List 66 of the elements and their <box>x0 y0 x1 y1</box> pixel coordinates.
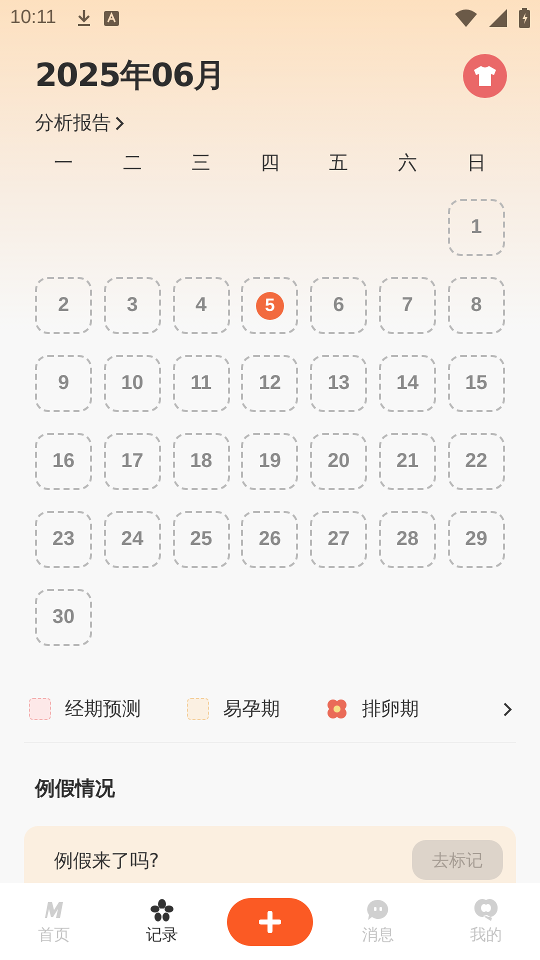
day-cell[interactable]: 13 <box>310 355 368 412</box>
day-cell[interactable]: 8 <box>448 277 505 334</box>
chevron-right-icon[interactable] <box>503 702 512 716</box>
day-cell[interactable]: 4 <box>172 277 230 334</box>
signal-icon <box>489 9 507 27</box>
day-cell[interactable]: 3 <box>104 277 161 334</box>
day-cell[interactable]: 28 <box>378 511 436 568</box>
day-cell[interactable]: 10 <box>104 355 161 412</box>
chevron-right-icon <box>115 116 124 130</box>
weekday-label: 二 <box>122 151 143 176</box>
weekday-label: 五 <box>328 151 350 176</box>
keyboard-icon <box>104 10 120 26</box>
day-cell[interactable]: 7 <box>378 277 436 334</box>
day-cell[interactable]: 19 <box>241 433 298 490</box>
day-cell[interactable]: 1 <box>448 199 505 256</box>
day-cell[interactable]: 27 <box>310 511 368 568</box>
flower-icon <box>326 698 348 720</box>
day-cell[interactable]: 11 <box>172 355 230 412</box>
legend-swatch <box>29 698 51 720</box>
chat-icon <box>366 898 390 922</box>
nav-tab[interactable]: 我的 <box>470 898 502 946</box>
month-title: 2025年06月 <box>35 55 225 96</box>
nav-tab[interactable]: 消息 <box>362 898 394 946</box>
day-cell[interactable]: 23 <box>35 511 92 568</box>
day-cell[interactable]: 26 <box>241 511 298 568</box>
legend-swatch <box>187 698 209 720</box>
day-cell[interactable]: 12 <box>241 355 298 412</box>
day-cell[interactable]: 30 <box>35 589 92 646</box>
wifi-icon <box>455 9 477 27</box>
plus-icon <box>259 910 281 932</box>
legend-label: 排卵期 <box>362 697 419 722</box>
legend-label: 易孕期 <box>223 697 280 722</box>
day-cell[interactable]: 29 <box>448 511 505 568</box>
weekday-label: 一 <box>53 151 74 176</box>
flower-icon <box>150 898 174 922</box>
day-cell[interactable]: 25 <box>172 511 230 568</box>
day-cell[interactable]: 24 <box>104 511 161 568</box>
nav-tab[interactable]: 记录 <box>146 898 178 946</box>
today-marker: 5 <box>256 292 284 320</box>
day-cell[interactable]: 21 <box>378 433 436 490</box>
add-button[interactable] <box>227 898 313 946</box>
status-time: 10:11 <box>10 7 56 29</box>
battery-icon <box>519 8 530 28</box>
day-cell[interactable]: 15 <box>448 355 505 412</box>
report-link[interactable]: 分析报告 <box>35 110 124 136</box>
day-cell[interactable]: 22 <box>448 433 505 490</box>
nav-tab[interactable]: 首页 <box>38 898 70 946</box>
download-icon <box>76 9 92 27</box>
period-question: 例假来了吗? <box>54 849 160 874</box>
day-cell[interactable]: 14 <box>378 355 436 412</box>
weekday-label: 四 <box>259 151 280 176</box>
legend-label: 经期预测 <box>65 697 141 722</box>
day-cell[interactable]: 6 <box>310 277 368 334</box>
day-cell[interactable]: 17 <box>104 433 161 490</box>
day-cell[interactable]: 2 <box>35 277 92 334</box>
day-cell[interactable]: 9 <box>35 355 92 412</box>
day-cell[interactable]: 5 <box>241 277 298 334</box>
day-cell[interactable]: 16 <box>35 433 92 490</box>
weekday-label: 日 <box>466 151 487 176</box>
profile-icon <box>474 898 498 922</box>
weekday-label: 三 <box>190 151 212 176</box>
day-cell[interactable]: 20 <box>310 433 368 490</box>
section-title: 例假情况 <box>35 775 116 802</box>
weekday-label: 六 <box>396 151 418 176</box>
day-cell[interactable]: 18 <box>172 433 230 490</box>
shirt-icon[interactable] <box>463 54 507 98</box>
